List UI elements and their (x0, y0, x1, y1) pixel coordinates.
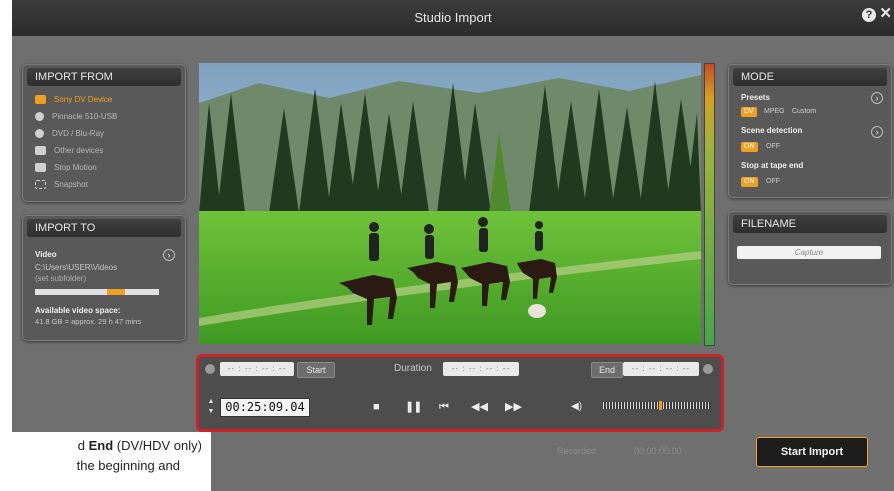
caption-text: d (77, 438, 89, 453)
source-snapshot[interactable]: Snapshot (35, 178, 88, 191)
mode-panel: MODE Presets › DV MPEG Custom Scene dete… (728, 64, 892, 198)
source-label: Stop Motion (54, 163, 97, 172)
rewind-icon[interactable]: ◀◀ (471, 400, 488, 414)
source-pinnacle[interactable]: Pinnacle 510-USB (35, 110, 117, 123)
volume-slider-thumb[interactable] (659, 401, 662, 410)
stopmotion-icon (35, 163, 46, 173)
audio-level-meter (704, 63, 715, 346)
import-to-header: IMPORT TO (27, 219, 181, 237)
stop-at-tape-end-label: Stop at tape end (741, 161, 804, 170)
preview-image (199, 63, 701, 344)
video-preview (199, 63, 701, 344)
available-space-value: 41.8 GB = approx. 29 h 47 mins (35, 317, 142, 326)
source-dvd-bluray[interactable]: DVD / Blu-Ray (35, 127, 104, 140)
capture-control-bar: -- : -- : -- : -- Start Duration -- : --… (196, 354, 724, 432)
folder-icon (35, 146, 46, 156)
snapshot-icon (35, 180, 46, 190)
filename-input[interactable]: Capture (737, 246, 881, 259)
disc-icon (35, 129, 44, 139)
presets-label: Presets (741, 93, 770, 102)
source-stop-motion[interactable]: Stop Motion (35, 161, 97, 174)
caption-line-1: d End (DV/HDV only) (0, 438, 202, 453)
stop-at-tape-end-on[interactable]: ON (741, 177, 758, 187)
video-path: C:\Users\USER\Videos (35, 263, 118, 272)
end-time-field[interactable]: -- : -- : -- : -- (623, 362, 699, 376)
video-destination-label: Video (35, 250, 57, 259)
window-title: Studio Import (414, 10, 492, 25)
duration-label: Duration (394, 363, 432, 374)
studio-import-window: Studio Import ? ✕ IMPORT FROM Sony DV De… (12, 0, 894, 491)
preset-mpeg[interactable]: MPEG (761, 107, 788, 117)
caption-bold-text: End (88, 438, 114, 453)
preset-custom[interactable]: Custom (789, 107, 819, 117)
source-other-devices[interactable]: Other devices (35, 144, 103, 157)
timecode-display[interactable]: 00:25:09.04 (220, 398, 310, 417)
scene-detection-off[interactable]: OFF (763, 142, 783, 152)
source-label: Other devices (54, 146, 104, 155)
chip-icon (35, 112, 44, 122)
source-label: Pinnacle 510-USB (52, 112, 118, 121)
presets-arrow-icon[interactable]: › (871, 92, 883, 104)
subfolder-link[interactable]: (set subfolder) (35, 274, 86, 283)
scene-detection-on[interactable]: ON (741, 142, 758, 152)
fast-forward-icon[interactable]: ▶▶ (505, 400, 522, 414)
source-label: Sony DV Device (54, 95, 113, 104)
stop-at-tape-end-off[interactable]: OFF (763, 177, 783, 187)
recorded-label: Recorded (557, 446, 597, 456)
close-icon[interactable]: ✕ (879, 5, 892, 23)
scene-detection-label: Scene detection (741, 126, 803, 135)
duration-field: -- : -- : -- : -- (443, 362, 519, 376)
filename-panel: FILENAME Capture (728, 211, 892, 285)
end-clear-icon[interactable] (703, 364, 713, 374)
stop-icon[interactable]: ■ (373, 400, 380, 414)
preset-dv[interactable]: DV (741, 107, 757, 117)
space-bar-fill (107, 289, 125, 295)
start-button[interactable]: Start (297, 362, 335, 378)
import-from-panel: IMPORT FROM Sony DV Device Pinnacle 510-… (22, 64, 186, 202)
space-bar (35, 289, 159, 295)
source-label: Snapshot (54, 180, 88, 189)
timecode-stepper-icon[interactable]: ▲ ▼ (207, 397, 215, 417)
start-clear-icon[interactable] (205, 364, 215, 374)
import-from-header: IMPORT FROM (27, 68, 181, 86)
volume-slider[interactable] (603, 401, 711, 410)
recorded-value: 00:00:00.00 (634, 446, 682, 456)
source-sony-dv[interactable]: Sony DV Device (35, 93, 112, 106)
start-import-button[interactable]: Start Import (756, 437, 868, 467)
documentation-caption: d End (DV/HDV only) the beginning and (0, 432, 211, 491)
caption-line-2: the beginning and (76, 458, 180, 473)
import-to-panel: IMPORT TO Video › C:\Users\USER\Videos (… (22, 215, 186, 341)
start-time-field[interactable]: -- : -- : -- : -- (220, 362, 294, 376)
caption-text: (DV/HDV only) (113, 438, 202, 453)
scene-detection-arrow-icon[interactable]: › (871, 126, 883, 138)
title-bar: Studio Import ? ✕ (12, 0, 894, 36)
available-space-label: Available video space: (35, 306, 121, 315)
video-destination-arrow-icon[interactable]: › (163, 249, 175, 261)
mode-header: MODE (733, 68, 887, 86)
go-to-start-icon[interactable]: ⏮ (439, 400, 449, 414)
help-icon[interactable]: ? (862, 8, 876, 22)
volume-icon[interactable]: ◀) (571, 400, 582, 414)
source-label: DVD / Blu-Ray (52, 129, 105, 138)
pause-icon[interactable]: ❚❚ (405, 400, 422, 414)
filename-header: FILENAME (733, 215, 887, 233)
end-button[interactable]: End (591, 362, 623, 378)
camcorder-icon (35, 95, 46, 105)
